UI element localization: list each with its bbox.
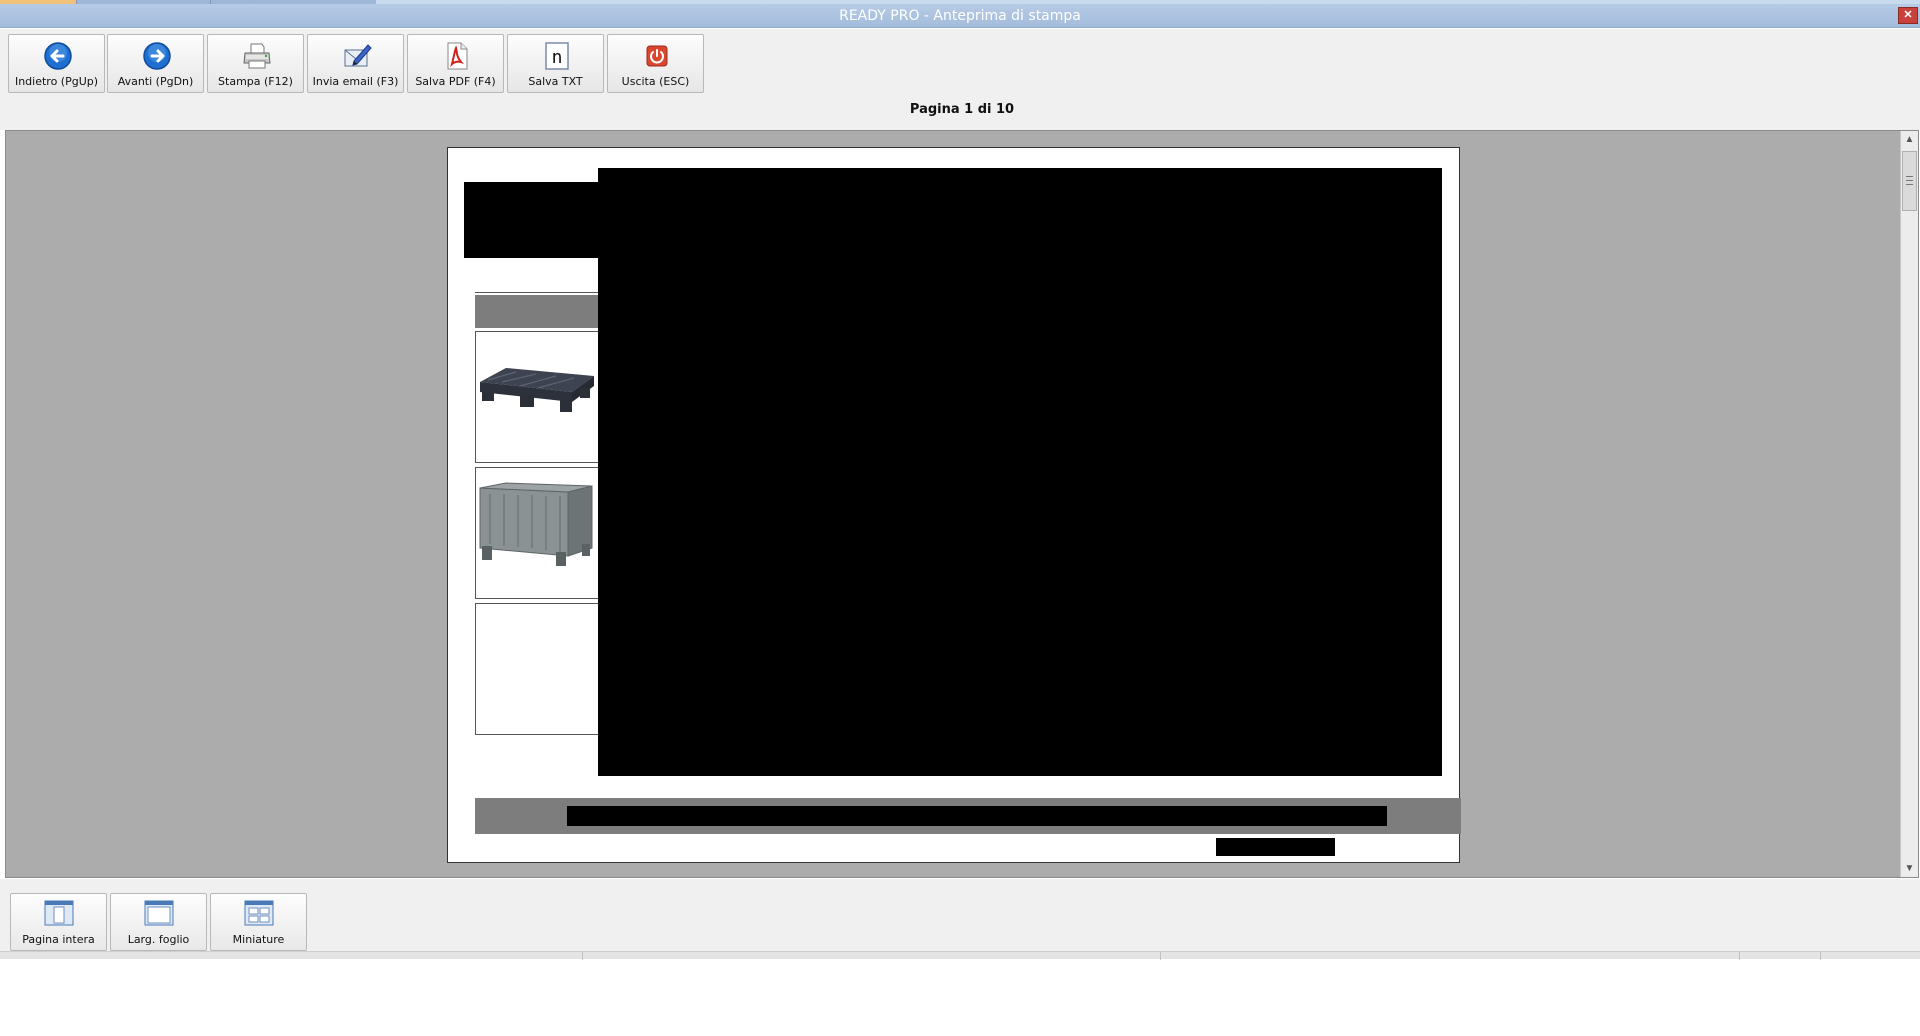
product-row <box>475 467 599 599</box>
full-page-button[interactable]: Pagina intera <box>10 893 107 951</box>
window-close-button[interactable]: ✕ <box>1898 7 1918 24</box>
page-indicator: Pagina 1 di 10 <box>909 102 1015 117</box>
thumbnails-button[interactable]: Miniature <box>210 893 307 951</box>
print-button-label: Stampa (F12) <box>218 75 293 88</box>
grip-icon <box>1906 176 1913 185</box>
page-width-button[interactable]: Larg. foglio <box>110 893 207 951</box>
pdf-icon <box>447 42 468 70</box>
save-txt-button[interactable]: n Salva TXT <box>507 34 604 93</box>
print-preview-window: READY PRO - Anteprima di stampa ✕ Indiet… <box>0 0 1920 1036</box>
print-preview-area[interactable]: ▲ ▼ <box>5 130 1919 878</box>
table-header-bar <box>475 295 599 328</box>
status-bar <box>0 951 1920 960</box>
txt-glyph: n <box>552 47 563 68</box>
exit-button[interactable]: Uscita (ESC) <box>607 34 704 93</box>
title-bar: READY PRO - Anteprima di stampa ✕ <box>0 4 1920 28</box>
exit-button-label: Uscita (ESC) <box>621 75 690 88</box>
status-bar-separator <box>1820 952 1821 960</box>
scroll-down-icon[interactable]: ▼ <box>1901 860 1918 877</box>
toolbar: Indietro (PgUp) Avanti (PgDn) Stampa (F1… <box>0 29 1920 130</box>
send-email-button[interactable]: Invia email (F3) <box>307 34 404 93</box>
full-page-button-label: Pagina intera <box>22 933 95 946</box>
close-icon: ✕ <box>1903 9 1913 21</box>
full-page-icon <box>44 900 74 926</box>
view-mode-bar: Pagina intera Larg. foglio Miniature <box>0 879 1920 955</box>
back-arrow-icon <box>44 42 72 70</box>
status-bar-separator <box>582 952 583 960</box>
page-width-button-label: Larg. foglio <box>127 933 190 946</box>
product-row <box>475 603 599 735</box>
printer-icon <box>243 43 271 69</box>
redacted-header-block <box>464 182 600 258</box>
forward-button-label: Avanti (PgDn) <box>117 75 194 88</box>
thumbnails-icon <box>244 900 274 926</box>
redacted-page-footer <box>1216 838 1335 856</box>
scrollbar-thumb[interactable] <box>1902 151 1917 211</box>
forward-button[interactable]: Avanti (PgDn) <box>107 34 204 93</box>
back-button-label: Indietro (PgUp) <box>14 75 99 88</box>
forward-arrow-icon <box>143 42 171 70</box>
plastic-pallet-image <box>480 368 594 412</box>
status-bar-separator <box>1160 952 1161 960</box>
scroll-up-icon[interactable]: ▲ <box>1901 131 1918 148</box>
page-width-icon <box>144 900 174 926</box>
send-email-button-label: Invia email (F3) <box>312 75 399 88</box>
email-pen-icon <box>344 44 372 67</box>
product-row <box>475 331 599 463</box>
back-button[interactable]: Indietro (PgUp) <box>8 34 105 93</box>
status-bar-separator <box>1739 952 1740 960</box>
save-txt-button-label: Salva TXT <box>528 75 583 88</box>
txt-icon: n <box>545 42 569 70</box>
window-title: READY PRO - Anteprima di stampa <box>839 8 1081 24</box>
print-button[interactable]: Stampa (F12) <box>207 34 304 93</box>
thumbnails-button-label: Miniature <box>232 933 285 946</box>
vertical-scrollbar[interactable]: ▲ ▼ <box>1900 131 1918 877</box>
save-pdf-button[interactable]: Salva PDF (F4) <box>407 34 504 93</box>
redacted-footer-text <box>567 806 1387 826</box>
preview-page <box>447 147 1461 863</box>
plastic-bin-image <box>479 482 593 566</box>
save-pdf-button-label: Salva PDF (F4) <box>415 75 496 88</box>
table-header-rule <box>475 292 599 293</box>
redacted-content-block <box>598 168 1442 776</box>
power-icon <box>646 45 668 67</box>
